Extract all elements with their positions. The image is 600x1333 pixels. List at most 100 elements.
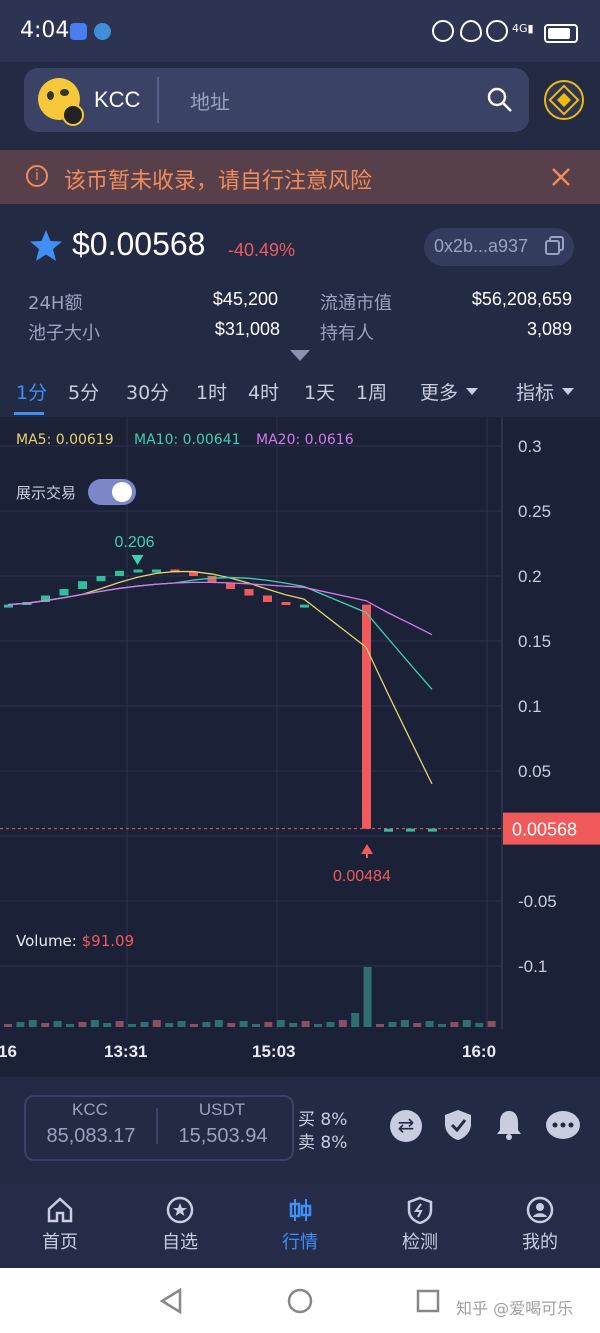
pool-token-amount: 85,083.17 (46, 1125, 136, 1147)
tab-1hour[interactable]: 1时 (196, 378, 227, 405)
volume-label-text: Volume: (16, 932, 82, 950)
nav-watchlist[interactable]: 自选 (140, 1190, 220, 1254)
tab-active-indicator (14, 412, 44, 415)
nav-market-label: 行情 (282, 1232, 318, 1253)
volume-bar (438, 1024, 446, 1027)
search-icon[interactable] (486, 86, 514, 114)
stat-value-holders: 3,089 (526, 319, 572, 339)
pool-quote-amount: 15,503.94 (178, 1125, 268, 1147)
home-icon (47, 1197, 73, 1223)
nav-detect[interactable]: 检测 (380, 1190, 460, 1254)
expand-caret-icon[interactable] (290, 350, 310, 362)
show-trades-toggle[interactable] (88, 479, 136, 505)
search-input[interactable]: 地址 (190, 86, 230, 115)
back-icon[interactable] (158, 1288, 184, 1314)
chevron-down-icon (562, 388, 574, 395)
volume-bar (78, 1022, 87, 1027)
volume-bar (413, 1023, 422, 1027)
nav-market[interactable]: 行情 (260, 1190, 340, 1254)
volume-bar (400, 1020, 409, 1027)
chain-name[interactable]: KCC (94, 87, 140, 113)
volume-bar (289, 1023, 298, 1027)
bell-icon[interactable] (494, 1108, 524, 1142)
stat-value-pool: $31,008 (214, 319, 280, 339)
volume-bar (90, 1020, 99, 1027)
contract-address[interactable]: 0x2b...a937 (434, 236, 528, 257)
volume-bar (177, 1021, 186, 1027)
status-time: 4:04 (20, 18, 70, 43)
tab-5min[interactable]: 5分 (68, 378, 99, 405)
candle-down (362, 604, 371, 829)
volume-bar (66, 1024, 74, 1027)
volume-bar (264, 1022, 273, 1027)
copy-icon[interactable] (545, 236, 565, 256)
recents-icon[interactable] (415, 1288, 441, 1314)
low-price-label: 0.00484 (333, 868, 391, 885)
eye-icon (460, 20, 482, 42)
candle-down (244, 589, 254, 596)
volume-bar (351, 1013, 360, 1027)
high-price-label: 0.206 (115, 534, 155, 551)
x-tick-label: 15:03 (252, 1042, 295, 1061)
info-icon: i (26, 165, 48, 187)
bnb-chain-icon[interactable] (544, 80, 584, 120)
volume-bar (103, 1023, 112, 1027)
y-tick-label: -0.1 (518, 957, 547, 976)
tab-4hour[interactable]: 4时 (248, 378, 279, 405)
tab-indicators[interactable]: 指标 (516, 378, 554, 405)
candle-up (96, 576, 106, 582)
high-marker-arrow (131, 555, 144, 565)
battery-icon (544, 24, 578, 43)
low-marker-arrow (361, 844, 373, 854)
volume-label: Volume: $91.09 (16, 932, 134, 950)
tab-1day[interactable]: 1天 (304, 378, 335, 405)
buy-tax: 买 8% (298, 1110, 348, 1130)
tab-1week[interactable]: 1周 (356, 378, 387, 405)
nav-home[interactable]: 首页 (20, 1190, 100, 1254)
y-tick-label: -0.05 (518, 892, 557, 911)
app-notification-icon (70, 23, 87, 40)
volume-bar (487, 1021, 496, 1027)
chart-area[interactable]: 0.30.250.20.150.10.050-0.05-0.11613:3115… (0, 417, 600, 1077)
y-tick-label: 0.05 (518, 762, 551, 781)
volume-bar (425, 1021, 434, 1027)
volume-bar (128, 1024, 136, 1027)
alarm-icon (486, 20, 508, 42)
volume-bar (450, 1022, 459, 1027)
stat-label-marketcap: 流通市值 (320, 293, 392, 314)
tab-more[interactable]: 更多 (420, 378, 458, 405)
chat-icon[interactable] (545, 1110, 581, 1142)
volume-bar (152, 1020, 161, 1027)
volume-bar (140, 1022, 149, 1027)
volume-bar (202, 1022, 211, 1027)
x-tick-label: 16 (0, 1042, 17, 1061)
tab-30min[interactable]: 30分 (126, 378, 169, 405)
candle-up (78, 581, 87, 589)
candlestick-chart[interactable]: 0.30.250.20.150.10.050-0.05-0.11613:3115… (0, 417, 600, 1077)
nfc-icon (432, 20, 454, 42)
volume-bar (214, 1020, 223, 1027)
y-tick-label: 0.3 (518, 437, 542, 456)
ma20-label: MA20: 0.0616 (256, 432, 354, 448)
close-icon[interactable] (550, 166, 572, 188)
pool-quote-name: USDT (198, 1100, 246, 1119)
candlestick-icon (289, 1199, 312, 1221)
nav-profile[interactable]: 我的 (500, 1190, 580, 1254)
candle-down (207, 576, 217, 583)
favorite-star-icon[interactable] (28, 228, 64, 264)
nav-watchlist-label: 自选 (162, 1232, 198, 1253)
tab-1min[interactable]: 1分 (16, 378, 47, 405)
volume-bar (326, 1022, 335, 1027)
nav-home-label: 首页 (42, 1232, 78, 1253)
show-trades-label: 展示交易 (16, 484, 77, 502)
volume-bar (190, 1024, 198, 1027)
nav-profile-label: 我的 (522, 1232, 558, 1253)
stat-label-holders: 持有人 (320, 323, 374, 344)
volume-value: $91.09 (81, 932, 135, 950)
shield-icon[interactable] (443, 1108, 473, 1142)
home-circle-icon[interactable] (287, 1288, 313, 1314)
volume-bar (41, 1023, 50, 1027)
swap-icon[interactable]: ⇄ (390, 1110, 422, 1142)
volume-bar (239, 1021, 248, 1027)
volume-bar (276, 1020, 285, 1027)
